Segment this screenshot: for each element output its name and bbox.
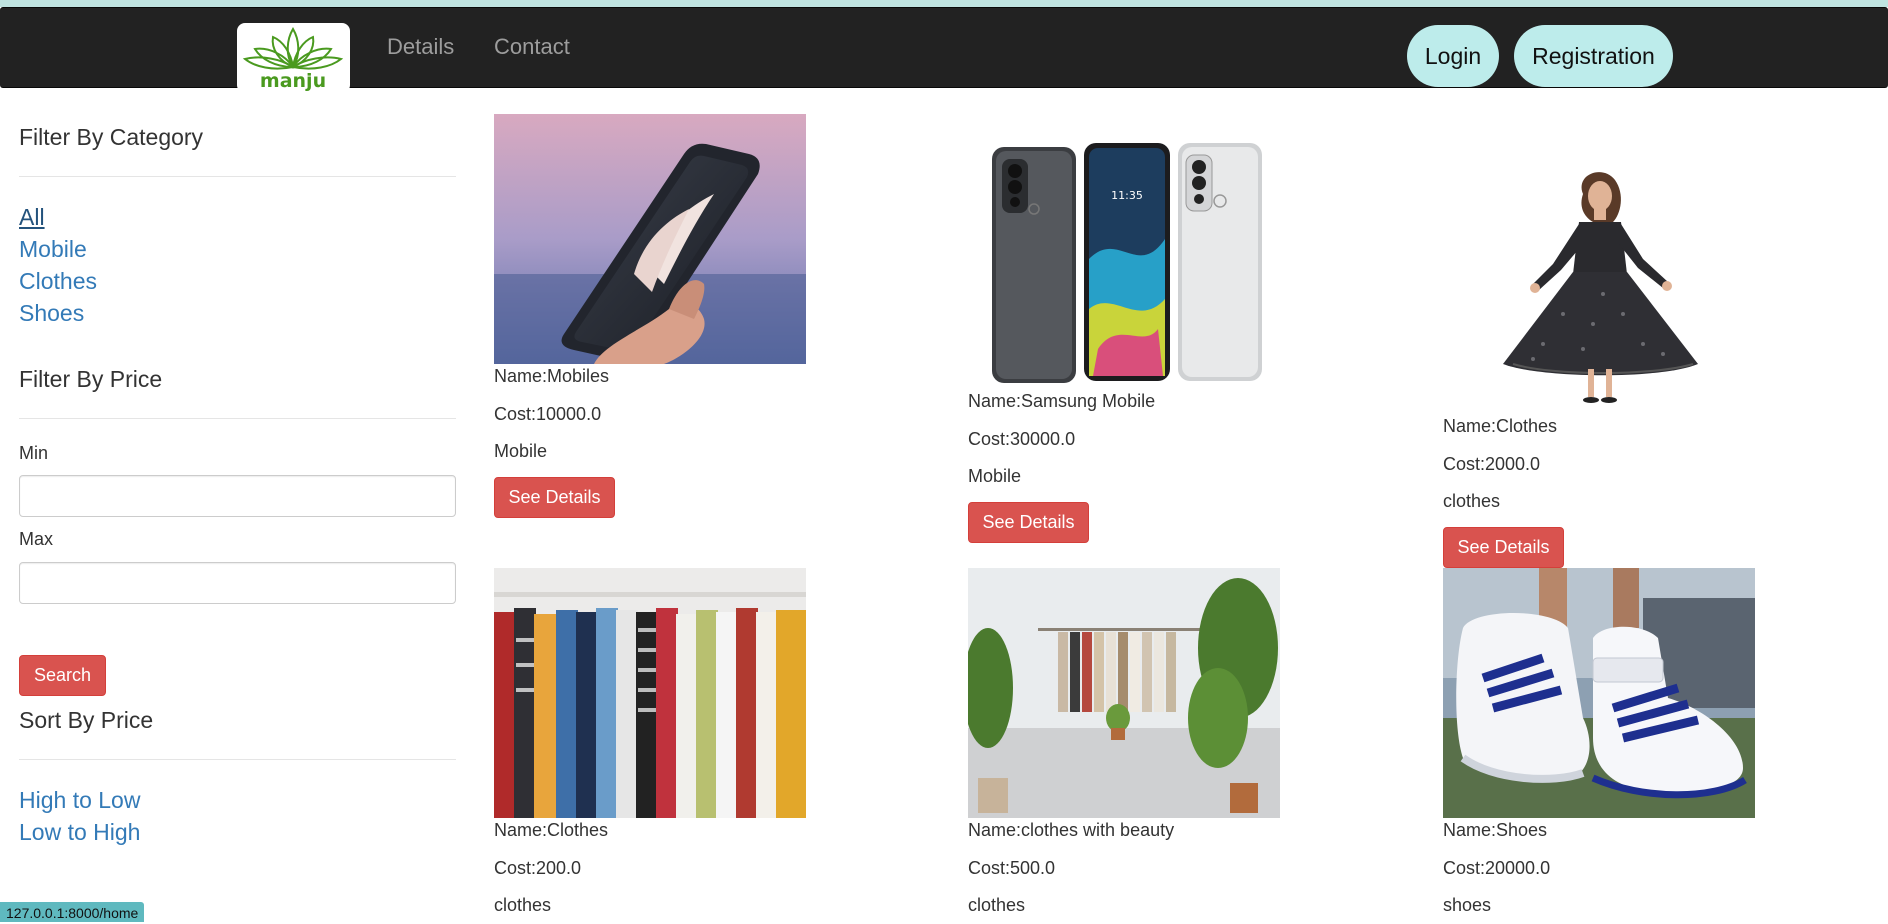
nav-link-details[interactable]: Details <box>387 34 454 60</box>
product-cost: Cost:20000.0 <box>1443 858 1551 878</box>
woman-in-black-dress-icon <box>1443 164 1755 414</box>
product-cost: Cost:10000.0 <box>494 404 602 424</box>
sort-low-to-high-link[interactable]: Low to High <box>19 819 140 846</box>
divider <box>19 176 456 177</box>
divider <box>19 418 456 419</box>
product-name: Name:Mobiles <box>494 366 610 386</box>
hand-holding-phone-icon <box>494 114 806 364</box>
min-price-input[interactable] <box>19 475 456 517</box>
see-details-button[interactable]: See Details <box>968 502 1089 543</box>
max-price-input[interactable] <box>19 562 456 604</box>
product-category: clothes <box>1443 491 1501 511</box>
product-image[interactable] <box>1443 568 1755 818</box>
brand-logo[interactable]: manju <box>237 23 350 93</box>
product-category: clothes <box>494 895 552 915</box>
filter-price-title: Filter By Price <box>19 366 163 392</box>
product-cost: Cost:30000.0 <box>968 429 1076 449</box>
category-link-shoes[interactable]: Shoes <box>19 300 84 327</box>
product-image[interactable] <box>494 114 806 364</box>
status-url-tooltip: 127.0.0.1:8000/home <box>0 902 145 922</box>
svg-text:11:35: 11:35 <box>1111 189 1143 202</box>
product-image[interactable] <box>1443 164 1755 414</box>
search-button[interactable]: Search <box>19 655 106 696</box>
product-category: shoes <box>1443 895 1492 915</box>
product-category: Mobile <box>494 441 548 461</box>
category-link-clothes[interactable]: Clothes <box>19 268 97 295</box>
shirts-on-rack-icon <box>494 568 806 818</box>
registration-button[interactable]: Registration <box>1514 25 1673 87</box>
divider <box>19 759 456 760</box>
window-top-strip <box>0 0 1888 7</box>
product-image[interactable]: 11:35 <box>968 139 1280 389</box>
see-details-button[interactable]: See Details <box>494 477 615 518</box>
login-button[interactable]: Login <box>1407 25 1499 87</box>
product-name: Name:Samsung Mobile <box>968 391 1156 411</box>
product-name: Name:Clothes <box>1443 416 1558 436</box>
min-label: Min <box>19 443 49 463</box>
boutique-interior-icon <box>968 568 1280 818</box>
navbar: manju Details Contact Login Registration <box>0 7 1888 93</box>
product-image[interactable] <box>494 568 806 818</box>
lotus-logo-icon: manju <box>242 27 344 92</box>
product-category: clothes <box>968 895 1026 915</box>
product-category: Mobile <box>968 466 1022 486</box>
product-name: Name:Shoes <box>1443 820 1548 840</box>
category-link-mobile[interactable]: Mobile <box>19 236 87 263</box>
sort-price-title: Sort By Price <box>19 707 154 733</box>
product-cost: Cost:200.0 <box>494 858 582 878</box>
white-sneakers-icon <box>1443 568 1755 818</box>
see-details-button[interactable]: See Details <box>1443 527 1564 568</box>
product-name: Name:clothes with beauty <box>968 820 1175 840</box>
svg-text:manju: manju <box>260 70 326 92</box>
product-name: Name:Clothes <box>494 820 609 840</box>
product-image[interactable] <box>968 568 1280 818</box>
sort-high-to-low-link[interactable]: High to Low <box>19 787 140 814</box>
max-label: Max <box>19 529 54 549</box>
product-cost: Cost:2000.0 <box>1443 454 1541 474</box>
filter-category-title: Filter By Category <box>19 124 204 150</box>
product-cost: Cost:500.0 <box>968 858 1056 878</box>
category-link-all[interactable]: All <box>19 204 45 231</box>
nav-link-contact[interactable]: Contact <box>494 34 570 60</box>
three-phones-icon: 11:35 <box>968 139 1280 389</box>
